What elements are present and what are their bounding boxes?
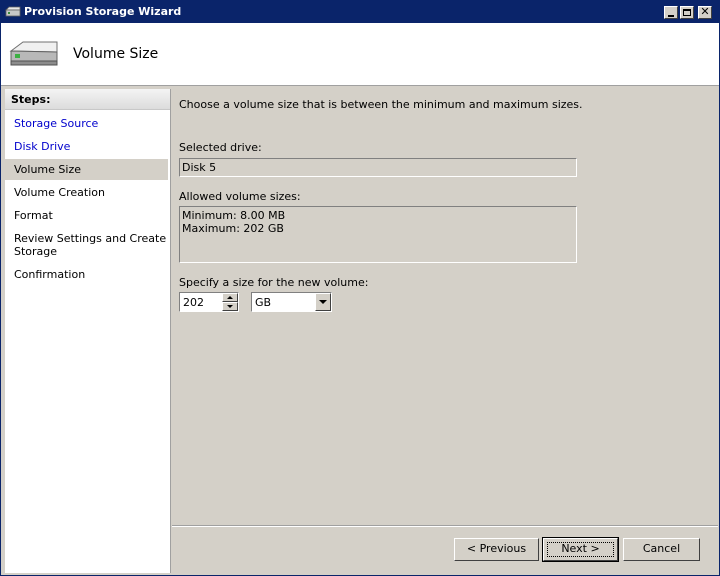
maximize-icon [683, 9, 691, 16]
selected-drive-label: Selected drive: [179, 141, 262, 154]
chevron-down-icon [319, 300, 327, 304]
cancel-button[interactable]: Cancel [623, 538, 700, 561]
arrow-up-icon [227, 296, 233, 299]
step-disk-drive[interactable]: Disk Drive [5, 140, 168, 160]
unit-select[interactable]: GB [251, 292, 332, 312]
allowed-min: Minimum: 8.00 MB [182, 209, 286, 222]
minimize-icon [668, 15, 674, 17]
step-volume-creation: Volume Creation [14, 186, 105, 199]
unit-value: GB [255, 296, 272, 309]
previous-button[interactable]: < Previous [454, 538, 539, 561]
wizard-window: Provision Storage Wizard ✕ Volume Size S… [0, 0, 720, 576]
selected-drive-field: Disk 5 [179, 158, 577, 177]
arrow-down-icon [227, 305, 233, 308]
volume-size-value: 202 [183, 296, 204, 309]
previous-label: < Previous [466, 542, 527, 555]
close-icon: ✕ [700, 5, 710, 18]
hard-drive-icon [5, 6, 21, 17]
step-volume-size: Volume Size [5, 159, 168, 180]
step-format: Format [14, 209, 53, 222]
steps-sidebar: Steps: Storage Source Disk Drive Volume … [5, 89, 171, 573]
allowed-max: Maximum: 202 GB [182, 222, 284, 235]
next-button[interactable]: Next > [542, 537, 619, 562]
page-title: Volume Size [73, 46, 159, 62]
minimize-button[interactable] [664, 6, 678, 19]
steps-header: Steps: [5, 89, 170, 110]
increment-button[interactable] [222, 293, 238, 302]
instruction-text: Choose a volume size that is between the… [179, 98, 583, 111]
size-stepper[interactable] [222, 293, 238, 311]
step-confirmation: Confirmation [14, 268, 86, 281]
next-label: Next > [561, 542, 600, 555]
step-storage-source[interactable]: Storage Source [5, 117, 168, 137]
footer-divider [172, 525, 718, 527]
title-bar[interactable]: Provision Storage Wizard ✕ [1, 1, 719, 23]
volume-size-input[interactable]: 202 [179, 292, 239, 312]
cancel-label: Cancel [642, 542, 681, 555]
decrement-button[interactable] [222, 302, 238, 311]
size-label: Specify a size for the new volume: [179, 276, 369, 289]
close-button[interactable]: ✕ [698, 5, 712, 19]
allowed-sizes-label: Allowed volume sizes: [179, 190, 301, 203]
steps-title: Steps: [11, 93, 51, 106]
window-title: Provision Storage Wizard [24, 5, 182, 18]
wizard-header: Volume Size [1, 23, 719, 86]
step-review-settings: Review Settings and Create Storage [14, 232, 167, 258]
main-content: Choose a volume size that is between the… [171, 89, 717, 525]
selected-drive-value: Disk 5 [182, 161, 217, 174]
maximize-button[interactable] [680, 6, 694, 19]
unit-dropdown-button[interactable] [315, 293, 331, 311]
allowed-sizes-field: Minimum: 8.00 MB Maximum: 202 GB [179, 206, 577, 263]
hard-drive-icon [9, 41, 58, 66]
